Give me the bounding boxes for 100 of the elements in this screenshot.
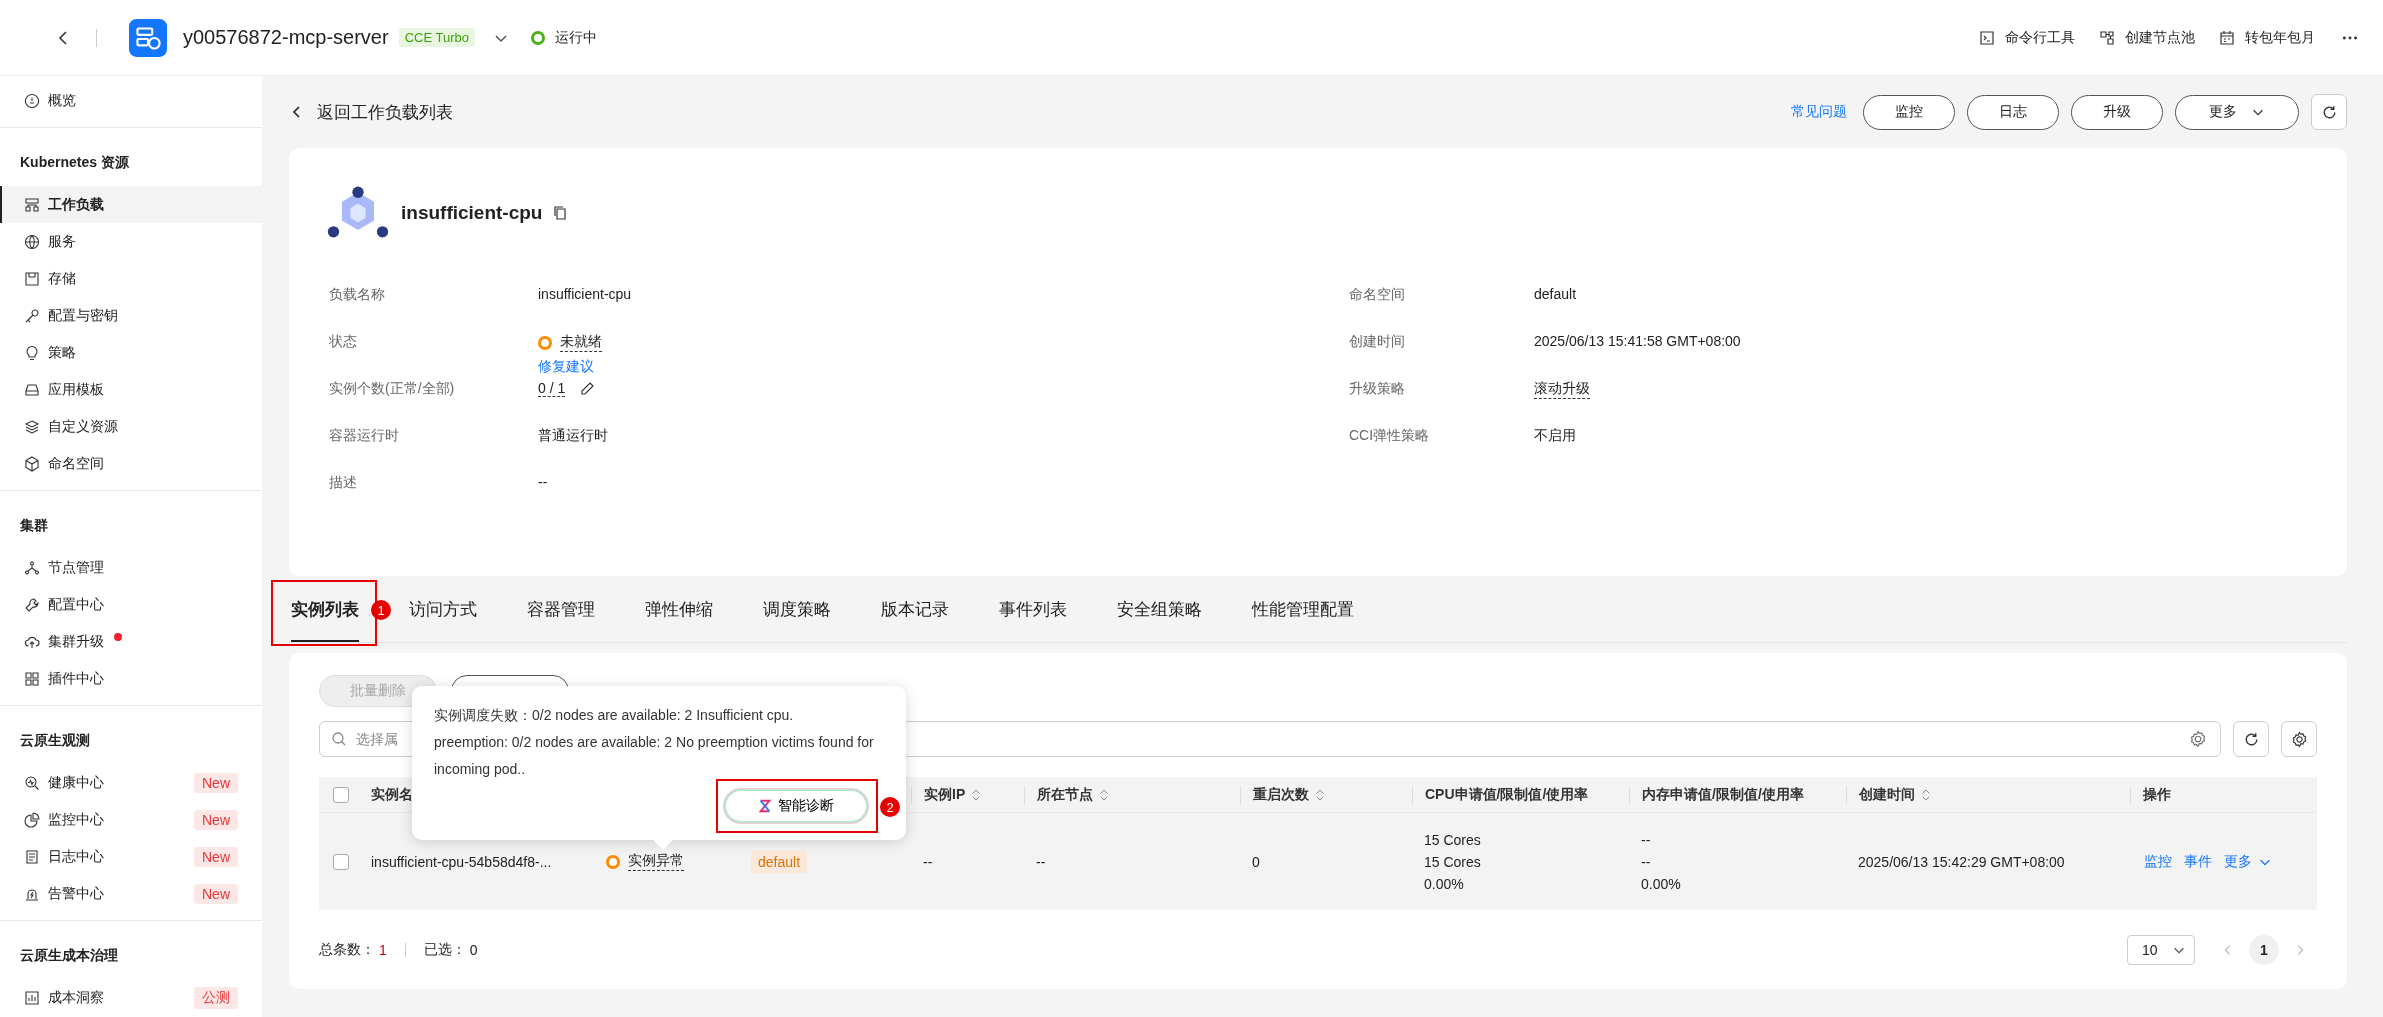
key-icon <box>24 307 40 324</box>
nav-item[interactable]: 监控中心 New <box>0 801 262 838</box>
refresh-button[interactable] <box>2233 721 2269 757</box>
field-value: 不启用 <box>1534 427 1576 445</box>
status-dot <box>538 335 552 350</box>
diagnose-button[interactable]: 智能诊断 <box>724 789 868 823</box>
nodes-icon[interactable] <box>2099 29 2115 46</box>
settings-icon <box>2290 730 2308 748</box>
checkbox[interactable] <box>333 786 349 803</box>
nav-item[interactable]: 节点管理 <box>0 549 262 586</box>
nav-item[interactable]: 自定义资源 <box>0 408 262 445</box>
field-label: 负载名称 <box>329 286 386 304</box>
toolbar-link[interactable]: 转包年包月 <box>2245 28 2315 47</box>
tab[interactable]: 调度策略 <box>763 576 831 642</box>
sort-icon[interactable] <box>1921 787 1931 802</box>
nav-item[interactable]: 配置中心 <box>0 586 262 623</box>
new-badge: New <box>194 772 238 793</box>
action-button[interactable]: 监控 <box>1863 94 1955 130</box>
toolbar-link[interactable]: 命令行工具 <box>2005 28 2075 47</box>
column-header: 内存申请值/限制值/使用率 <box>1629 785 1846 804</box>
nav-item[interactable]: 应用模板 <box>0 371 262 408</box>
action-button[interactable]: 更多 <box>2175 94 2299 130</box>
action-button[interactable]: 升级 <box>2071 94 2163 130</box>
column-header[interactable]: 重启次数 <box>1240 785 1412 804</box>
checkbox[interactable] <box>333 853 349 870</box>
page-size-select[interactable]: 10 <box>2127 935 2195 965</box>
selected-label: 已选： <box>423 941 466 959</box>
bar-chart-icon <box>24 989 40 1006</box>
row-action-link[interactable]: 监控 <box>2144 852 2172 871</box>
table-cell-text: -- <box>1641 853 1652 870</box>
nav-section-title: Kubernetes 资源 <box>19 153 130 172</box>
field-value: 普通运行时 <box>538 427 608 445</box>
sort-icon[interactable] <box>971 787 982 802</box>
pie-chart-icon <box>24 811 40 828</box>
nav-item[interactable]: 成本洞察 公测 <box>0 979 262 1016</box>
nav-item[interactable]: 告警中心 New <box>0 875 262 912</box>
nav-item[interactable]: 策略 <box>0 334 262 371</box>
table-cell-text: 0 <box>1251 853 1261 870</box>
tab[interactable]: 访问方式 <box>409 576 477 642</box>
new-badge: 公测 <box>194 986 238 1009</box>
field-label: 命名空间 <box>1349 286 1406 304</box>
copy-icon[interactable] <box>552 205 569 221</box>
toolbar-link[interactable]: 创建节点池 <box>2125 28 2195 47</box>
nav-item[interactable]: 概览 <box>0 82 262 119</box>
cluster-logo-icon <box>129 18 167 57</box>
calendar-icon[interactable] <box>2219 29 2235 46</box>
settings-icon[interactable] <box>2189 730 2207 748</box>
tab[interactable]: 弹性伸缩 <box>645 576 713 642</box>
tab[interactable]: 版本记录 <box>881 576 949 642</box>
sort-icon[interactable] <box>1099 787 1109 802</box>
nav-item[interactable]: 工作负载 <box>0 186 262 223</box>
field-label: 状态 <box>329 333 358 351</box>
gauge-icon <box>24 92 40 109</box>
cube-icon <box>24 455 40 472</box>
tab[interactable]: 事件列表 <box>999 576 1067 642</box>
nav-item[interactable]: 插件中心 <box>0 660 262 697</box>
row-action-link[interactable]: 更多 <box>2224 852 2252 871</box>
cluster-name: y00576872-mcp-server <box>183 26 389 49</box>
table-cell-text: insufficient-cpu-54b58d4f8-... <box>370 853 553 870</box>
refresh-button[interactable] <box>2311 94 2347 130</box>
grid-icon <box>24 670 40 687</box>
back-link[interactable]: 返回工作负载列表 <box>317 100 453 124</box>
nav-section-title: 云原生观测 <box>19 731 91 750</box>
nav-item[interactable]: 集群升级 <box>0 623 262 660</box>
column-header[interactable]: 创建时间 <box>1846 785 2130 804</box>
table-cell-text: -- <box>1641 831 1652 848</box>
bulb-icon <box>24 344 40 361</box>
tab[interactable]: 容器管理 <box>527 576 595 642</box>
save-icon <box>24 270 40 287</box>
hierarchy-icon <box>24 196 40 213</box>
column-header[interactable]: 实例IP <box>911 785 1024 804</box>
nav-item[interactable]: 命名空间 <box>0 445 262 482</box>
tab[interactable]: 安全组策略 <box>1117 576 1202 642</box>
tab[interactable]: 性能管理配置 <box>1252 576 1354 642</box>
nav-item[interactable]: 配置与密钥 <box>0 297 262 334</box>
terminal-icon[interactable] <box>1979 29 1995 46</box>
page-number[interactable]: 1 <box>2249 935 2279 965</box>
field-value: 滚动升级 <box>1534 380 1590 399</box>
field-value: default <box>1534 286 1577 302</box>
column-header[interactable]: 所在节点 <box>1024 785 1240 804</box>
field-value: -- <box>538 474 548 490</box>
nav-item[interactable]: 存储 <box>0 260 262 297</box>
document-icon <box>24 848 40 865</box>
wrench-icon <box>24 596 40 613</box>
settings-button[interactable] <box>2281 721 2317 757</box>
edit-icon[interactable] <box>579 380 596 397</box>
fix-suggestion-link[interactable]: 修复建议 <box>538 358 602 376</box>
nav-item[interactable]: 日志中心 New <box>0 838 262 875</box>
tab[interactable]: 实例列表 <box>291 576 359 642</box>
faq-link[interactable]: 常见问题 <box>1791 103 1847 121</box>
new-badge: New <box>194 846 238 867</box>
sort-icon[interactable] <box>1315 787 1325 802</box>
nav-item[interactable]: 服务 <box>0 223 262 260</box>
selected-count: 0 <box>469 942 478 958</box>
tray-icon <box>24 381 40 398</box>
column-header: 实例名 <box>370 785 414 804</box>
search-icon <box>331 731 347 747</box>
nav-item[interactable]: 健康中心 New <box>0 764 262 801</box>
action-button[interactable]: 日志 <box>1967 94 2059 130</box>
row-action-link[interactable]: 事件 <box>2184 852 2212 871</box>
